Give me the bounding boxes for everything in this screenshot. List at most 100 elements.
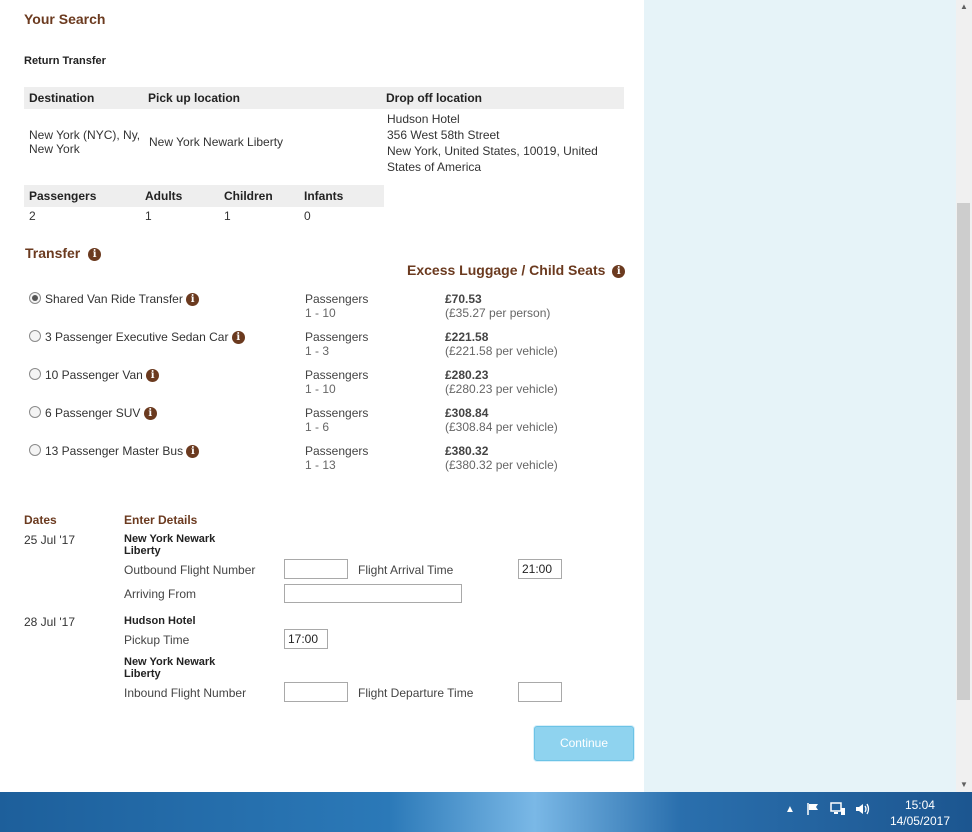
- radio-10-van[interactable]: [29, 368, 41, 380]
- option-passengers: Passengers 1 - 10: [305, 368, 368, 396]
- radio-master-bus[interactable]: [29, 444, 41, 456]
- transfer-heading: Transfer i: [25, 245, 102, 261]
- continue-button[interactable]: Continue: [534, 726, 634, 761]
- your-search-heading: Your Search: [24, 11, 106, 27]
- side-panel: [644, 0, 956, 792]
- passengers-value: 2: [29, 209, 36, 223]
- adults-header: Adults: [145, 189, 183, 203]
- price-value: £70.53: [445, 292, 482, 306]
- inbound-flight-input[interactable]: [284, 682, 348, 702]
- destination-header: Destination: [29, 91, 95, 105]
- price-note: (£35.27 per person): [445, 306, 551, 320]
- option-passengers: Passengers 1 - 10: [305, 292, 368, 320]
- outbound-location: New York Newark Liberty: [124, 533, 216, 557]
- dropoff-name: Hudson Hotel: [387, 112, 460, 126]
- info-icon[interactable]: i: [612, 264, 626, 278]
- children-value: 1: [224, 209, 231, 223]
- taskbar: ▲ 15:04 14/05/2017: [0, 792, 972, 832]
- system-clock[interactable]: 15:04 14/05/2017: [890, 797, 950, 829]
- option-name-text: 6 Passenger SUV: [45, 406, 141, 420]
- dates-heading: Dates: [24, 513, 57, 527]
- dropoff-header: Drop off location: [386, 91, 482, 105]
- infants-value: 0: [304, 209, 311, 223]
- passengers-range: 1 - 10: [305, 306, 336, 320]
- price-note: (£308.84 per vehicle): [445, 420, 558, 434]
- price-note: (£221.58 per vehicle): [445, 344, 558, 358]
- clock-date: 14/05/2017: [889, 814, 950, 828]
- option-name: 6 Passenger SUV i: [45, 406, 157, 421]
- transfer-heading-text: Transfer: [25, 245, 81, 261]
- option-name: Shared Van Ride Transfer i: [45, 292, 200, 307]
- arriving-from-label: Arriving From: [124, 587, 197, 601]
- radio-sedan[interactable]: [29, 330, 41, 342]
- passengers-range: 1 - 3: [305, 344, 330, 358]
- outbound-flight-label: Outbound Flight Number: [124, 563, 256, 577]
- children-header: Children: [224, 189, 273, 203]
- info-icon[interactable]: i: [143, 407, 157, 421]
- scrollbar-thumb[interactable]: [957, 203, 970, 700]
- info-icon[interactable]: i: [146, 369, 160, 383]
- infants-header: Infants: [304, 189, 344, 203]
- arriving-from-input[interactable]: [284, 584, 462, 603]
- main-content: Your Search Return Transfer Destination …: [0, 0, 644, 792]
- option-name-text: 10 Passenger Van: [45, 368, 143, 382]
- passengers-range: 1 - 13: [305, 458, 336, 472]
- option-price: £70.53 (£35.27 per person): [445, 292, 550, 320]
- option-passengers: Passengers 1 - 6: [305, 406, 368, 434]
- return-airport: New York Newark Liberty: [124, 656, 216, 680]
- outbound-date: 25 Jul '17: [24, 533, 75, 547]
- info-icon[interactable]: i: [88, 247, 102, 261]
- passengers-label: Passengers: [305, 330, 369, 344]
- excess-luggage-heading: Excess Luggage / Child Seats i: [407, 262, 626, 278]
- pickup-time-input[interactable]: [284, 629, 328, 649]
- info-icon[interactable]: i: [186, 293, 200, 307]
- dropoff-value: Hudson Hotel 356 West 58th Street New Yo…: [387, 111, 612, 175]
- price-note: (£380.32 per vehicle): [445, 458, 558, 472]
- pickup-header: Pick up location: [148, 91, 241, 105]
- option-passengers: Passengers 1 - 3: [305, 330, 368, 358]
- option-name-text: Shared Van Ride Transfer: [45, 292, 183, 306]
- price-value: £221.58: [445, 330, 489, 344]
- price-value: £308.84: [445, 406, 489, 420]
- passengers-range: 1 - 6: [305, 420, 330, 434]
- passengers-table-header: Passengers Adults Children Infants: [24, 185, 384, 207]
- arrival-time-input[interactable]: [518, 559, 562, 579]
- price-value: £280.23: [445, 368, 489, 382]
- passengers-header: Passengers: [29, 189, 97, 203]
- dropoff-street: 356 West 58th Street: [387, 128, 500, 142]
- destination-value: New York (NYC), Ny, New York: [29, 128, 141, 156]
- option-name: 3 Passenger Executive Sedan Car i: [45, 330, 245, 345]
- adults-value: 1: [145, 209, 152, 223]
- scroll-up-icon[interactable]: ▲: [956, 0, 972, 14]
- enter-details-heading: Enter Details: [124, 513, 198, 527]
- price-value: £380.32: [445, 444, 489, 458]
- info-icon[interactable]: i: [231, 331, 245, 345]
- dropoff-city: New York, United States, 10019, United S…: [387, 144, 598, 174]
- price-note: (£280.23 per vehicle): [445, 382, 558, 396]
- network-icon[interactable]: [830, 802, 846, 819]
- passengers-label: Passengers: [305, 406, 369, 420]
- passengers-label: Passengers: [305, 444, 369, 458]
- passengers-label: Passengers: [305, 368, 369, 382]
- info-icon[interactable]: i: [186, 445, 200, 459]
- radio-shared-van[interactable]: [29, 292, 41, 304]
- flag-icon[interactable]: [806, 802, 820, 819]
- pickup-time-label: Pickup Time: [124, 633, 190, 647]
- radio-suv[interactable]: [29, 406, 41, 418]
- clock-time: 15:04: [904, 798, 935, 812]
- inbound-flight-label: Inbound Flight Number: [124, 686, 247, 700]
- outbound-flight-input[interactable]: [284, 559, 348, 579]
- departure-time-input[interactable]: [518, 682, 562, 702]
- departure-time-label: Flight Departure Time: [358, 686, 474, 700]
- option-price: £380.32 (£380.32 per vehicle): [445, 444, 558, 472]
- return-date: 28 Jul '17: [24, 615, 75, 629]
- option-name-text: 3 Passenger Executive Sedan Car: [45, 330, 229, 344]
- chevron-up-icon[interactable]: ▲: [785, 804, 795, 815]
- vertical-scrollbar[interactable]: ▲ ▼: [956, 0, 972, 792]
- speaker-icon[interactable]: [855, 802, 871, 819]
- passengers-range: 1 - 10: [305, 382, 336, 396]
- excess-luggage-text: Excess Luggage / Child Seats: [407, 262, 606, 278]
- option-price: £308.84 (£308.84 per vehicle): [445, 406, 558, 434]
- scroll-down-icon[interactable]: ▼: [956, 778, 972, 792]
- return-location: Hudson Hotel: [124, 615, 196, 627]
